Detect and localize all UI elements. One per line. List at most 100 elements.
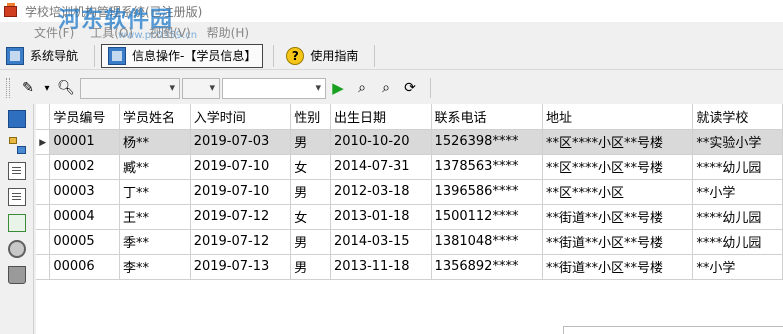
table-cell[interactable]: 男 [290, 129, 332, 155]
table-cell[interactable]: 1526398**** [431, 129, 544, 155]
menu-help[interactable]: 帮助(H) [199, 24, 257, 41]
table-cell[interactable]: 李** [119, 254, 191, 280]
table-row[interactable]: 00005 季** 2019-07-12 男 2014-03-15 138104… [36, 229, 783, 255]
operator-select[interactable] [182, 77, 220, 99]
header-row: 学员编号 学员姓名 入学时间 性别 出生日期 联系电话 地址 就读学校 [36, 104, 783, 130]
window-icon[interactable] [8, 110, 26, 128]
table-cell[interactable]: **街道**小区**号楼 [542, 254, 694, 280]
menu-view[interactable]: 视图(V) [141, 24, 199, 41]
find-icon[interactable]: ⌕ [352, 78, 372, 98]
row-indicator [36, 204, 51, 230]
table-cell[interactable]: 女 [290, 154, 332, 180]
table-cell[interactable]: 2019-07-10 [190, 179, 292, 205]
settings-icon[interactable] [8, 240, 26, 258]
app-window: 学校培训机构管理系统(已注册版) 河东软件园 www.pc0359.cn 文件(… [0, 0, 783, 334]
row-indicator [36, 229, 51, 255]
table-cell[interactable]: 00004 [49, 204, 121, 230]
table-row[interactable]: 00004 王** 2019-07-12 女 2013-01-18 150011… [36, 204, 783, 230]
table-cell[interactable]: 2019-07-12 [190, 229, 292, 255]
column-header[interactable]: 出生日期 [330, 104, 432, 130]
table-cell[interactable]: 00001 [49, 129, 121, 155]
value-input[interactable] [222, 77, 326, 99]
list-icon[interactable] [8, 162, 26, 180]
table-row[interactable]: 00002 臧** 2019-07-10 女 2014-07-31 137856… [36, 154, 783, 180]
menu-file[interactable]: 文件(F) [26, 24, 82, 41]
tree-icon[interactable] [8, 136, 26, 154]
table-cell[interactable]: ****幼儿园 [692, 229, 783, 255]
table-cell[interactable]: 男 [290, 254, 332, 280]
info-ops-button[interactable]: 信息操作-【学员信息】 [101, 43, 264, 68]
table-cell[interactable]: ****幼儿园 [692, 204, 783, 230]
table-cell[interactable]: 1381048**** [431, 229, 544, 255]
table-cell[interactable]: **小学 [692, 254, 783, 280]
menu-tools[interactable]: 工具(O) [82, 24, 141, 41]
table-cell[interactable]: 1500112**** [431, 204, 544, 230]
table-cell[interactable]: **区****小区**号楼 [542, 154, 694, 180]
column-header[interactable]: 就读学校 [692, 104, 783, 130]
column-header[interactable]: 性别 [290, 104, 332, 130]
table-cell[interactable]: 季** [119, 229, 191, 255]
info-ops-icon [108, 46, 127, 65]
column-header[interactable]: 地址 [542, 104, 694, 130]
user-guide-label: 使用指南 [310, 49, 359, 63]
table-cell[interactable]: 2010-10-20 [330, 129, 432, 155]
window-title: 学校培训机构管理系统(已注册版) [25, 4, 203, 19]
row-indicator [36, 154, 51, 180]
column-header[interactable]: 联系电话 [431, 104, 544, 130]
field-select[interactable] [80, 77, 180, 99]
table-cell[interactable]: 杨** [119, 129, 191, 155]
column-header[interactable]: 学员姓名 [119, 104, 191, 130]
row-indicator-header [36, 104, 51, 130]
table-cell[interactable]: 男 [290, 179, 332, 205]
table-cell[interactable]: **街道**小区**号楼 [542, 229, 694, 255]
table-cell[interactable]: 2019-07-03 [190, 129, 292, 155]
table-cell[interactable]: 2012-03-18 [330, 179, 432, 205]
table-cell[interactable]: 00005 [49, 229, 121, 255]
data-toolbar: ✎ ▾ 🔍︎ ▶ ⌕ ⌕ ⟳ [0, 74, 783, 102]
find-next-icon[interactable]: ⌕ [376, 78, 396, 98]
table-cell[interactable]: 1378563**** [431, 154, 544, 180]
student-table: 学员编号 学员姓名 入学时间 性别 出生日期 联系电话 地址 就读学校 ▶ 00… [36, 104, 783, 280]
table-cell[interactable]: 2019-07-10 [190, 154, 292, 180]
table-cell[interactable]: 00003 [49, 179, 121, 205]
refresh-icon[interactable]: ⟳ [400, 78, 420, 98]
system-nav-button[interactable]: 系统导航 [0, 44, 84, 68]
chart-icon[interactable] [8, 214, 26, 232]
table-cell[interactable]: ****幼儿园 [692, 154, 783, 180]
table-cell[interactable]: 00006 [49, 254, 121, 280]
table-cell[interactable]: 2019-07-12 [190, 204, 292, 230]
table-cell[interactable]: 女 [290, 204, 332, 230]
table-cell[interactable]: 臧** [119, 154, 191, 180]
document-icon[interactable] [8, 188, 26, 206]
dropdown-arrow-icon[interactable]: ▾ [42, 78, 52, 98]
table-row[interactable]: ▶ 00001 杨** 2019-07-03 男 2010-10-20 1526… [36, 129, 783, 155]
table-cell[interactable]: **区****小区 [542, 179, 694, 205]
play-icon[interactable]: ▶ [328, 78, 348, 98]
table-cell[interactable]: 2014-07-31 [330, 154, 432, 180]
search-field-icon[interactable]: 🔍︎ [56, 78, 76, 98]
table-row[interactable]: 00003 丁** 2019-07-10 男 2012-03-18 139658… [36, 179, 783, 205]
user-guide-button[interactable]: ? 使用指南 [280, 44, 364, 68]
table-cell[interactable]: 2014-03-15 [330, 229, 432, 255]
table-cell[interactable]: **区****小区**号楼 [542, 129, 694, 155]
column-header[interactable]: 学员编号 [49, 104, 121, 130]
table-cell[interactable]: **实验小学 [692, 129, 783, 155]
table-cell[interactable]: 00002 [49, 154, 121, 180]
table-cell[interactable]: **小学 [692, 179, 783, 205]
nav-divider [374, 44, 376, 67]
table-cell[interactable]: 2013-01-18 [330, 204, 432, 230]
trash-icon[interactable] [8, 266, 26, 284]
table-cell[interactable]: 1356892**** [431, 254, 544, 280]
table-cell[interactable]: 王** [119, 204, 191, 230]
column-header[interactable]: 入学时间 [190, 104, 292, 130]
table-cell[interactable]: 丁** [119, 179, 191, 205]
toolbar-grip[interactable] [6, 78, 10, 98]
table-cell[interactable]: 2013-11-18 [330, 254, 432, 280]
table-cell[interactable]: **街道**小区**号楼 [542, 204, 694, 230]
system-nav-label: 系统导航 [30, 49, 79, 63]
table-row[interactable]: 00006 李** 2019-07-13 男 2013-11-18 135689… [36, 254, 783, 280]
table-cell[interactable]: 男 [290, 229, 332, 255]
table-cell[interactable]: 2019-07-13 [190, 254, 292, 280]
table-cell[interactable]: 1396586**** [431, 179, 544, 205]
pencil-icon[interactable]: ✎ [18, 78, 38, 98]
